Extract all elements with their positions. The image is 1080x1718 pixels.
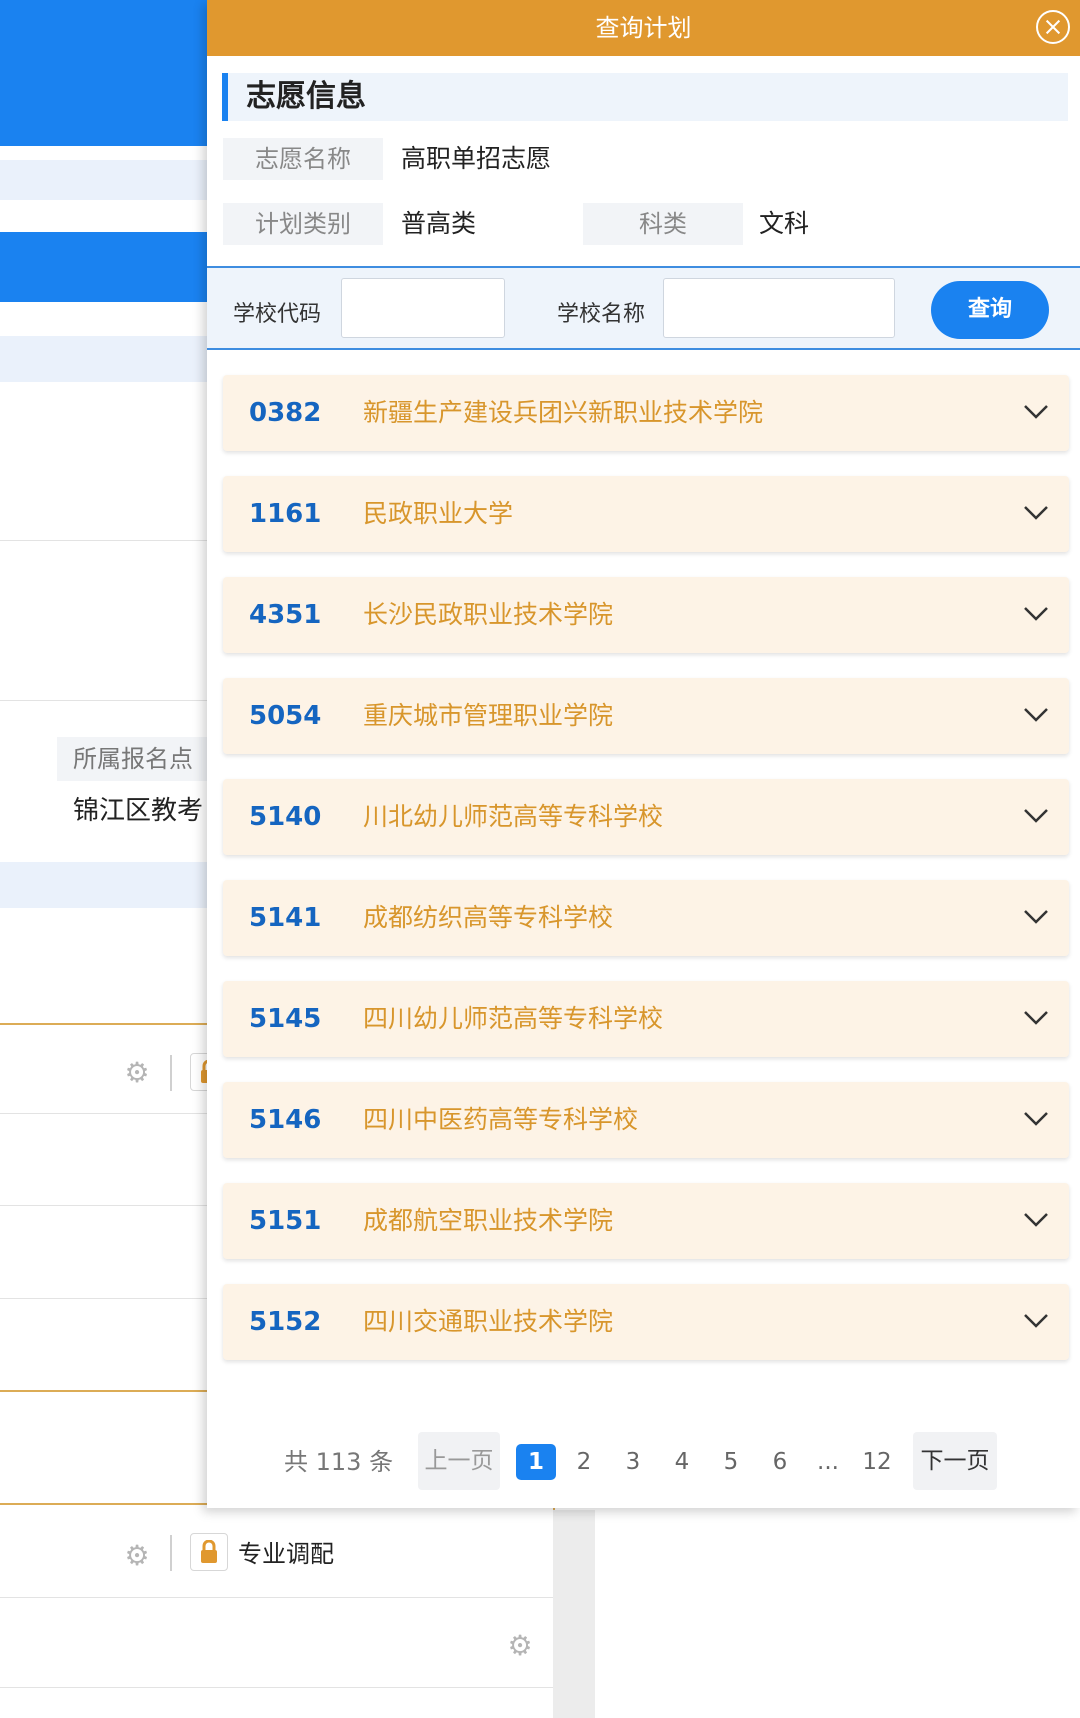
background-blue-header [0,0,215,146]
chevron-down-icon[interactable] [1023,908,1049,926]
background-separator [170,1055,172,1091]
background-divider [0,1298,215,1299]
chevron-down-icon[interactable] [1023,403,1049,421]
school-code: 5145 [249,1004,322,1034]
page-12[interactable]: 12 [857,1444,897,1480]
page-1[interactable]: 1 [516,1444,556,1480]
chevron-down-icon[interactable] [1023,504,1049,522]
chevron-down-icon[interactable] [1023,1211,1049,1229]
background-strip [0,160,215,200]
school-row[interactable]: 5151 成都航空职业技术学院 [223,1183,1069,1259]
background-divider [0,1113,215,1114]
wish-name-label: 志愿名称 [223,138,383,180]
chevron-down-icon[interactable] [1023,1009,1049,1027]
school-code: 5054 [249,701,322,731]
plan-category-label: 计划类别 [223,203,383,245]
subject-value: 文科 [759,209,810,238]
school-name: 长沙民政职业技术学院 [363,600,614,629]
close-icon[interactable] [1036,10,1070,44]
school-code-input[interactable] [341,278,505,338]
school-row[interactable]: 5140 川北幼儿师范高等专科学校 [223,779,1069,855]
school-name-label: 学校名称 [557,302,646,327]
school-name: 川北幼儿师范高等专科学校 [363,802,664,831]
search-bar: 学校代码 学校名称 查询 [207,266,1080,350]
school-code: 5146 [249,1105,322,1135]
prev-page-button[interactable]: 上一页 [418,1432,500,1490]
background-field-label: 所属报名点 [57,737,217,781]
background-divider [0,1205,215,1206]
school-name: 成都航空职业技术学院 [363,1206,614,1235]
chevron-down-icon[interactable] [1023,605,1049,623]
page-ellipsis[interactable]: ... [808,1444,848,1480]
page-2[interactable]: 2 [564,1444,604,1480]
gear-icon[interactable]: ⚙ [505,1631,535,1661]
school-row[interactable]: 4351 长沙民政职业技术学院 [223,577,1069,653]
chevron-down-icon[interactable] [1023,1110,1049,1128]
background-strip [0,862,215,908]
next-page-button[interactable]: 下一页 [913,1432,997,1490]
school-row[interactable]: 5054 重庆城市管理职业学院 [223,678,1069,754]
school-code-label: 学校代码 [233,302,322,327]
chevron-down-icon[interactable] [1023,807,1049,825]
school-name: 四川幼儿师范高等专科学校 [363,1004,664,1033]
school-name: 四川交通职业技术学院 [363,1307,614,1336]
school-name: 民政职业大学 [363,499,514,528]
dialog-title: 查询计划 [595,14,692,42]
background-divider [0,1597,555,1598]
page-5[interactable]: 5 [711,1444,751,1480]
school-row[interactable]: 0382 新疆生产建设兵团兴新职业技术学院 [223,375,1069,451]
background-field-value: 锦江区教考 [73,796,204,826]
dialog-header: 查询计划 [207,0,1080,56]
background-side-panel [553,1510,595,1718]
background-divider [0,700,215,701]
background-separator [170,1535,172,1571]
background-gold-divider [0,1390,215,1392]
school-code: 4351 [249,600,322,630]
school-name: 成都纺织高等专科学校 [363,903,614,932]
background-gold-divider [0,1023,215,1025]
school-name: 四川中医药高等专科学校 [363,1105,639,1134]
plan-category-value: 普高类 [401,209,477,238]
school-row[interactable]: 5146 四川中医药高等专科学校 [223,1082,1069,1158]
page-3[interactable]: 3 [613,1444,653,1480]
gear-icon[interactable]: ⚙ [122,1058,152,1088]
lock-label: 专业调配 [238,1540,334,1568]
query-button[interactable]: 查询 [931,281,1049,339]
wish-name-value: 高职单招志愿 [401,144,552,173]
school-code: 5140 [249,802,322,832]
page-6[interactable]: 6 [760,1444,800,1480]
school-row[interactable]: 5145 四川幼儿师范高等专科学校 [223,981,1069,1057]
school-name-input[interactable] [663,278,895,338]
background-divider [0,1687,555,1688]
school-code: 5151 [249,1206,322,1236]
pagination: 共 113 条 上一页 1 2 3 4 5 6 ... 12 下一页 [207,1430,1080,1490]
school-row[interactable]: 1161 民政职业大学 [223,476,1069,552]
section-title: 志愿信息 [222,73,1068,121]
school-row[interactable]: 5141 成都纺织高等专科学校 [223,880,1069,956]
school-name: 重庆城市管理职业学院 [363,701,614,730]
chevron-down-icon[interactable] [1023,706,1049,724]
background-strip [0,336,215,382]
background-blue-bar [0,232,215,302]
lock-icon[interactable] [190,1533,228,1571]
school-code: 5152 [249,1307,322,1337]
school-name: 新疆生产建设兵团兴新职业技术学院 [363,398,764,427]
total-count: 共 113 条 [284,1448,394,1476]
school-code: 5141 [249,903,322,933]
school-code: 1161 [249,499,322,529]
subject-label: 科类 [583,203,743,245]
school-code: 0382 [249,398,322,428]
gear-icon[interactable]: ⚙ [122,1541,152,1571]
school-row[interactable]: 5152 四川交通职业技术学院 [223,1284,1069,1360]
page-4[interactable]: 4 [662,1444,702,1480]
query-plan-dialog: 查询计划 志愿信息 志愿名称 高职单招志愿 计划类别 普高类 科类 文科 学校代… [207,0,1080,1508]
background-divider [0,540,215,541]
chevron-down-icon[interactable] [1023,1312,1049,1330]
